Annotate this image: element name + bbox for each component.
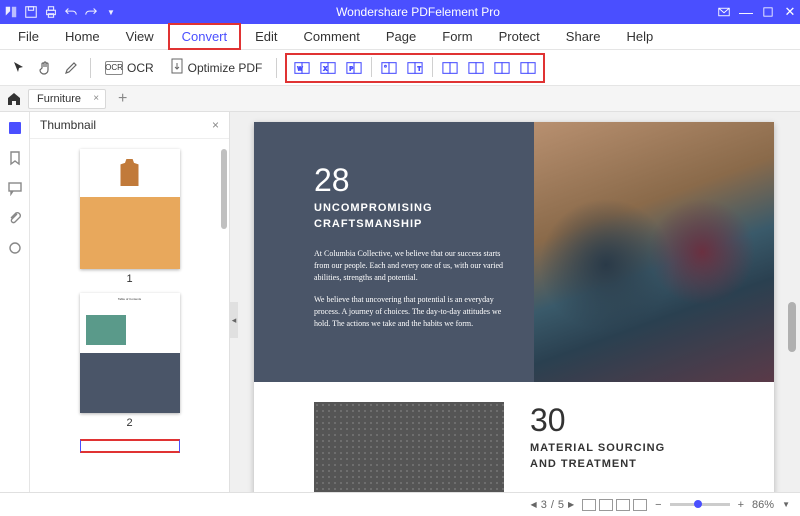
thumbnail-close-icon[interactable]: × [212, 118, 219, 132]
hand-tool-icon[interactable] [34, 57, 56, 79]
to-ppt-icon[interactable]: P [343, 57, 365, 79]
side-toolbar [0, 112, 30, 492]
view-continuous-icon[interactable] [599, 499, 613, 511]
svg-text:W: W [298, 66, 304, 72]
view-mode-group [582, 499, 647, 511]
section-body: We believe that uncovering that potentia… [314, 294, 508, 330]
select-tool-icon[interactable] [8, 57, 30, 79]
page-total: 5 [558, 499, 564, 511]
convert-group: W X P T [285, 53, 545, 83]
section-title-line: AND TREATMENT [530, 457, 665, 471]
to-epub-icon[interactable] [465, 57, 487, 79]
mail-icon[interactable] [718, 6, 730, 18]
thumbnail-scrollbar[interactable] [221, 149, 227, 229]
app-logo-icon [4, 5, 18, 19]
zoom-out-icon[interactable]: − [655, 499, 661, 511]
document-scrollbar[interactable] [788, 302, 796, 352]
tab-label: Furniture [37, 93, 81, 105]
ocr-label: OCR [127, 61, 154, 75]
edit-tool-icon[interactable] [60, 57, 82, 79]
close-icon[interactable]: ✕ [784, 6, 796, 18]
menu-share[interactable]: Share [554, 25, 613, 48]
to-rtf-icon[interactable] [491, 57, 513, 79]
thumbnail-panel-icon[interactable] [7, 120, 23, 136]
to-excel-icon[interactable]: X [317, 57, 339, 79]
comment-panel-icon[interactable] [7, 180, 23, 196]
status-bar: ◀ 3 / 5 ▶ − + 86% ▼ [0, 492, 800, 516]
thumbnail-page-2[interactable]: Table of Contents 2 [80, 293, 180, 429]
menu-comment[interactable]: Comment [292, 25, 372, 48]
section-title-line: UNCOMPROMISING [314, 201, 508, 215]
menu-edit[interactable]: Edit [243, 25, 289, 48]
to-text-icon[interactable]: T [404, 57, 426, 79]
menu-bar: File Home View Convert Edit Comment Page… [0, 24, 800, 50]
toolbar: OCR OCR Optimize PDF W X P T [0, 50, 800, 86]
section-image [314, 402, 504, 492]
app-title: Wondershare PDFelement Pro [118, 5, 718, 19]
thumbnail-page-3[interactable] [80, 439, 180, 453]
menu-home[interactable]: Home [53, 25, 112, 48]
print-icon[interactable] [44, 5, 58, 19]
menu-page[interactable]: Page [374, 25, 428, 48]
section-title-line: CRAFTSMANSHIP [314, 217, 508, 231]
attachment-panel-icon[interactable] [7, 210, 23, 226]
zoom-in-icon[interactable]: + [738, 499, 744, 511]
bookmark-panel-icon[interactable] [7, 150, 23, 166]
tab-close-icon[interactable]: × [93, 93, 99, 104]
thumbnail-label: 2 [80, 417, 180, 429]
next-page-icon[interactable]: ▶ [568, 500, 574, 509]
save-icon[interactable] [24, 5, 38, 19]
to-html-icon[interactable] [439, 57, 461, 79]
thumbnail-label: 1 [80, 273, 180, 285]
menu-file[interactable]: File [6, 25, 51, 48]
title-bar: ▼ Wondershare PDFelement Pro — ✕ [0, 0, 800, 24]
tab-bar: Furniture × + [0, 86, 800, 112]
home-icon[interactable] [6, 91, 22, 107]
menu-help[interactable]: Help [615, 25, 666, 48]
section-title-line: MATERIAL SOURCING [530, 441, 665, 455]
page-view: 28 UNCOMPROMISING CRAFTSMANSHIP At Colum… [254, 122, 774, 492]
document-area[interactable]: ◂ 28 UNCOMPROMISING CRAFTSMANSHIP At Col… [230, 112, 800, 492]
menu-view[interactable]: View [114, 25, 166, 48]
collapse-panel-icon[interactable]: ◂ [230, 302, 238, 338]
view-two-icon[interactable] [616, 499, 630, 511]
zoom-value: 86% [752, 499, 774, 511]
section-number: 30 [530, 402, 665, 439]
optimize-label: Optimize PDF [188, 61, 263, 75]
caret-down-icon[interactable]: ▼ [104, 5, 118, 19]
zoom-slider[interactable] [670, 503, 730, 506]
maximize-icon[interactable] [762, 6, 774, 18]
to-pdfa-icon[interactable] [517, 57, 539, 79]
svg-text:X: X [324, 66, 328, 72]
to-word-icon[interactable]: W [291, 57, 313, 79]
menu-form[interactable]: Form [430, 25, 484, 48]
svg-text:P: P [350, 66, 354, 72]
search-panel-icon[interactable] [7, 240, 23, 256]
section-number: 28 [314, 162, 508, 199]
redo-icon[interactable] [84, 5, 98, 19]
undo-icon[interactable] [64, 5, 78, 19]
to-image-icon[interactable] [378, 57, 400, 79]
page-current: 3 [541, 499, 547, 511]
thumbnail-page-1[interactable]: COLUMBIA 1 [80, 149, 180, 285]
add-tab-icon[interactable]: + [112, 90, 133, 108]
view-grid-icon[interactable] [633, 499, 647, 511]
section-body: At Columbia Collective, we believe that … [314, 248, 508, 284]
menu-protect[interactable]: Protect [487, 25, 552, 48]
zoom-dropdown-icon[interactable]: ▼ [782, 500, 790, 509]
optimize-pdf-button[interactable]: Optimize PDF [164, 56, 269, 79]
thumbnail-header: Thumbnail [40, 118, 96, 132]
prev-page-icon[interactable]: ◀ [531, 500, 537, 509]
thumbnail-panel: Thumbnail × COLUMBIA 1 Table of Contents… [30, 112, 230, 492]
ocr-button[interactable]: OCR OCR [99, 59, 160, 77]
optimize-icon [170, 58, 184, 77]
menu-convert[interactable]: Convert [168, 23, 242, 50]
view-single-icon[interactable] [582, 499, 596, 511]
section-image [534, 122, 774, 382]
minimize-icon[interactable]: — [740, 6, 752, 18]
document-tab[interactable]: Furniture × [28, 89, 106, 109]
ocr-icon: OCR [105, 61, 123, 75]
svg-text:T: T [418, 66, 422, 72]
